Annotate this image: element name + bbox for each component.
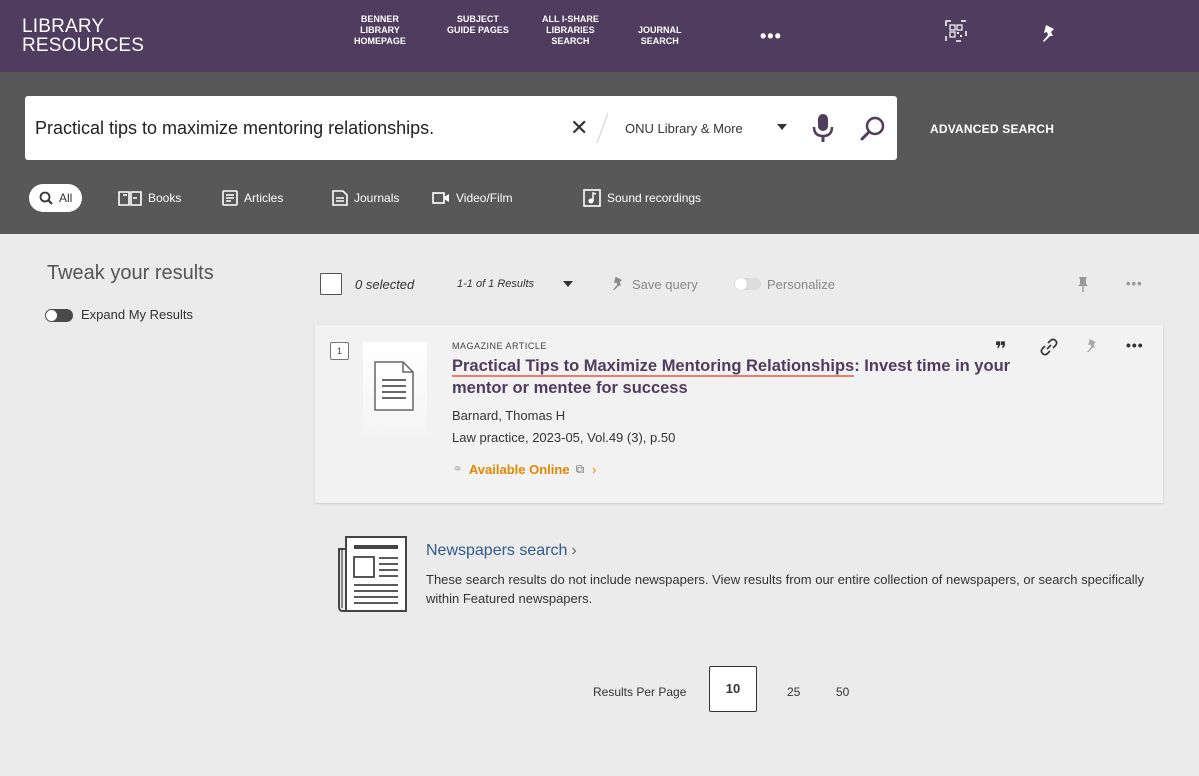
record-number: 1 [330, 342, 349, 360]
availability-label: Available Online [468, 461, 570, 477]
newspapers-title: Newspapers search [426, 542, 568, 559]
tab-label: All [59, 191, 73, 205]
journal-icon [332, 190, 348, 206]
newspapers-description: These search results do not include news… [426, 572, 1144, 606]
chevron-right-icon: › [571, 542, 577, 559]
book-icon [118, 191, 142, 206]
search-submit-icon[interactable] [860, 115, 886, 141]
per-page-option-50[interactable]: 50 [836, 685, 849, 699]
top-bar: LIBRARY RESOURCES BENNER LIBRARY HOMEPAG… [0, 0, 1199, 72]
advanced-search-link[interactable]: ADVANCED SEARCH [930, 122, 1054, 136]
personalize-toggle[interactable] [735, 278, 761, 290]
expand-results-label[interactable]: Expand My Results [81, 307, 193, 322]
toggle-knob [735, 278, 747, 290]
tab-video-film[interactable]: Video/Film [432, 184, 512, 212]
sound-icon [583, 189, 601, 207]
result-thumbnail[interactable] [363, 342, 427, 436]
microphone-icon[interactable] [812, 113, 834, 143]
external-link-icon: ⧉ [575, 461, 585, 476]
title-main: Practical Tips to Maximize Mentoring Rel… [452, 357, 855, 377]
tab-all[interactable]: All [29, 184, 83, 212]
chevron-down-icon[interactable] [777, 124, 787, 130]
toggle-knob [46, 310, 57, 321]
logo-line-1: LIBRARY [22, 16, 105, 37]
nav-benner-library-homepage[interactable]: BENNER LIBRARY HOMEPAGE [354, 14, 406, 47]
nav-more-button[interactable]: ••• [760, 26, 782, 47]
personalize-label[interactable]: Personalize [767, 277, 835, 292]
pin-icon [613, 276, 622, 291]
search-band: ✕ ONU Library & More ADVANCED SEARCH All… [0, 72, 1199, 234]
document-type: MAGAZINE ARTICLE [452, 341, 547, 351]
tab-label: Video/Film [456, 191, 513, 205]
selected-count: 0 selected [355, 277, 415, 292]
tab-label: Sound recordings [607, 191, 702, 205]
logo-line-2: RESOURCES [22, 35, 145, 56]
chevron-down-icon[interactable] [563, 281, 573, 287]
tab-label: Articles [244, 191, 284, 205]
save-query-label: Save query [632, 276, 698, 292]
resource-type-tabs: All Books Articles Journals Video/Film S… [0, 184, 1199, 212]
pin-icon[interactable] [1085, 338, 1099, 354]
more-actions-button[interactable]: ••• [1126, 337, 1144, 353]
available-online-link[interactable]: ⚭ Available Online ⧉ › [452, 461, 597, 477]
tab-articles[interactable]: Articles [222, 184, 283, 212]
per-page-option-25[interactable]: 25 [787, 685, 800, 699]
result-card[interactable]: 1 MAGAZINE ARTICLE Practical Tips to Max… [315, 325, 1163, 503]
newspapers-search-link[interactable]: Newspapers search › [426, 542, 577, 560]
save-query-button[interactable]: Save query [610, 276, 698, 292]
tab-label: Journals [354, 191, 400, 205]
search-scope-select[interactable]: ONU Library & More [625, 121, 743, 136]
tab-journals[interactable]: Journals [332, 184, 399, 212]
newspaper-icon [338, 536, 407, 612]
clear-search-button[interactable]: ✕ [570, 116, 590, 140]
nav-all-ishare-search[interactable]: ALL I-SHARE LIBRARIES SEARCH [542, 14, 599, 47]
more-actions-button[interactable]: ••• [1126, 276, 1143, 291]
tab-sound-recordings[interactable]: Sound recordings [583, 184, 701, 212]
result-source: Law practice, 2023-05, Vol.49 (3), p.50 [452, 430, 676, 445]
result-title-link[interactable]: Practical Tips to Maximize Mentoring Rel… [452, 355, 1012, 399]
chevron-right-icon: › [592, 461, 597, 477]
search-icon [39, 191, 53, 205]
nav-subject-guide-pages[interactable]: SUBJECT GUIDE PAGES [447, 14, 509, 36]
results-per-page-label: Results Per Page [593, 685, 687, 699]
library-logo[interactable]: LIBRARY RESOURCES [22, 17, 144, 55]
divider [596, 112, 609, 144]
permalink-icon[interactable] [1040, 338, 1058, 356]
select-all-checkbox[interactable] [320, 273, 342, 295]
results-range[interactable]: 1-1 of 1 Results [457, 278, 534, 290]
facets-title: Tweak your results [47, 262, 214, 284]
result-author: Barnard, Thomas H [452, 408, 566, 423]
cite-icon[interactable]: ❞ [995, 337, 1007, 362]
search-box: ✕ ONU Library & More [25, 96, 897, 160]
per-page-option-10[interactable]: 10 [709, 666, 757, 712]
pin-icon[interactable] [1076, 276, 1090, 292]
document-icon [374, 361, 414, 411]
search-input[interactable] [35, 112, 545, 144]
tab-label: Books [148, 191, 182, 205]
tab-books[interactable]: Books [118, 184, 181, 212]
pin-icon[interactable] [1040, 24, 1058, 44]
article-icon [222, 190, 238, 206]
qr-code-icon[interactable] [945, 20, 967, 42]
link-icon: ⚭ [452, 461, 463, 476]
nav-journal-search[interactable]: JOURNAL SEARCH [638, 25, 682, 47]
video-icon [432, 192, 449, 204]
expand-results-toggle[interactable] [45, 309, 73, 322]
